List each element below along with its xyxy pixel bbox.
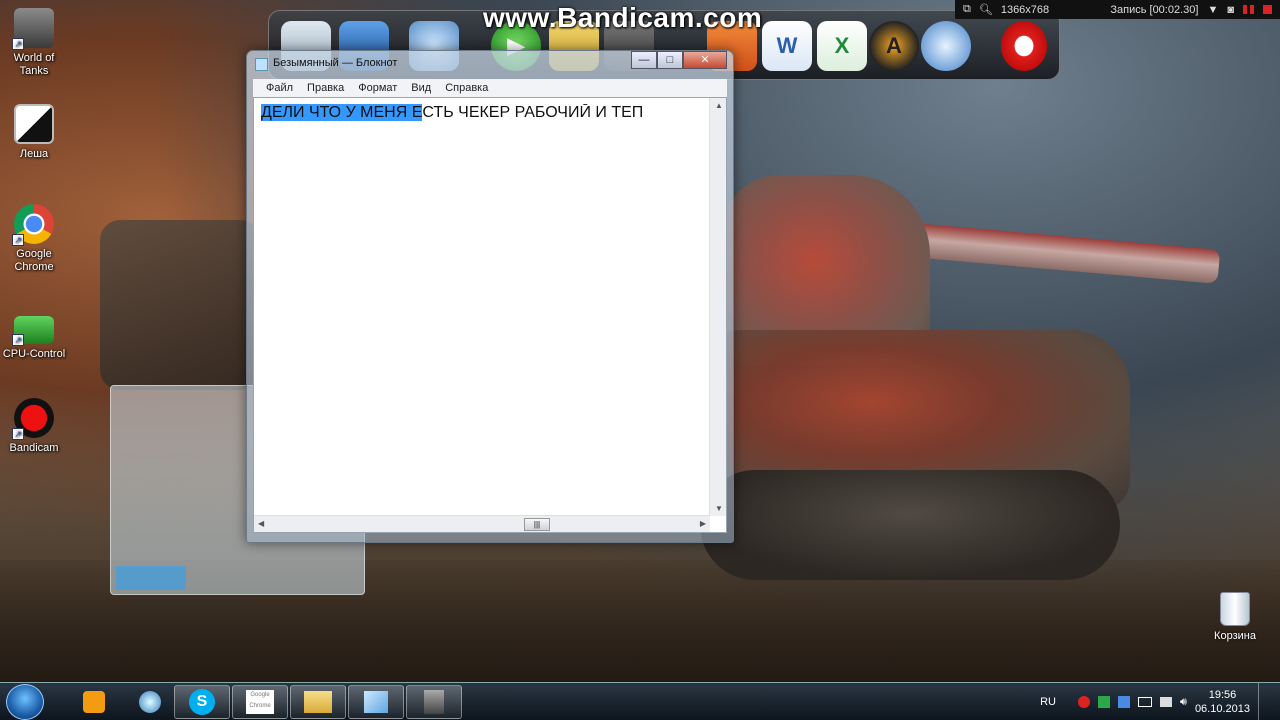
shortcut-arrow-icon: ↗	[12, 428, 24, 440]
cpu-control-icon: ↗	[12, 316, 54, 346]
scroll-down-icon[interactable]: ▼	[715, 504, 723, 513]
flag-tray-icon[interactable]	[1118, 696, 1130, 708]
desktop-icon-label: Bandicam	[9, 442, 59, 454]
stop-icon[interactable]	[1263, 5, 1272, 14]
notepad-icon	[364, 691, 388, 713]
bandicam-icon: ↗	[12, 398, 54, 440]
window-icon[interactable]: ⧉	[963, 3, 971, 16]
chrome-icon: Google Chrome	[246, 690, 274, 714]
desktop-icon-label: Google	[16, 248, 52, 260]
menu-file[interactable]: Файл	[259, 82, 300, 94]
horizontal-scrollbar[interactable]: ◀ ||| ▶	[254, 515, 710, 532]
editor-text[interactable]: ДЕЛИ ЧТО У МЕНЯ ЕСТЬ ЧЕКЕР РАБОЧИЙ И ТЕП	[261, 104, 707, 122]
taskbar-network[interactable]	[122, 685, 178, 719]
clock-date: 06.10.2013	[1194, 703, 1250, 715]
bandicam-toolbar: ⧉ 🔍︎ 1366x768 Запись [00:02.30] ▼ ◙	[955, 0, 1280, 19]
bandicam-watermark: www.Bandicam.com	[483, 2, 763, 33]
maximize-button[interactable]: □	[657, 51, 683, 69]
avast-icon[interactable]: A	[869, 21, 919, 71]
resolution-label: 1366x768	[1000, 3, 1050, 16]
clock[interactable]: 19:56 06.10.2013	[1195, 688, 1250, 716]
minimize-button[interactable]: —	[631, 51, 657, 69]
taskbar-notepad[interactable]	[348, 685, 404, 719]
unselected-text: СТЬ ЧЕКЕР РАБОЧИЙ И ТЕП	[422, 104, 644, 121]
window-title: Безымянный — Блокнот	[273, 57, 398, 69]
computer-icon	[14, 104, 54, 144]
wallpaper-tank-track	[700, 470, 1120, 580]
system-tray: RU 🔊︎ 19:56 06.10.2013	[1040, 683, 1280, 720]
skype-icon: S	[189, 689, 215, 715]
vertical-scrollbar[interactable]: ▲ ▼	[709, 98, 726, 516]
pause-icon[interactable]	[1243, 5, 1247, 14]
shortcut-arrow-icon: ↗	[12, 234, 24, 246]
start-button[interactable]	[6, 684, 44, 720]
network-tray-icon[interactable]	[1098, 696, 1110, 708]
notepad-icon	[255, 58, 268, 71]
show-desktop-button[interactable]	[1258, 683, 1270, 720]
notepad-window[interactable]: Безымянный — Блокнот — □ ✕ Файл Правка Ф…	[246, 50, 734, 543]
desktop-icon-label: Chrome	[14, 261, 54, 273]
folder-icon	[304, 691, 332, 713]
menu-format[interactable]: Формат	[351, 82, 404, 94]
dropdown-icon[interactable]: ▼	[1207, 4, 1218, 16]
menu-help[interactable]: Справка	[438, 82, 495, 94]
pause-icon-2	[1250, 5, 1254, 14]
desktop-icon-bandicam[interactable]: ↗ Bandicam	[0, 398, 68, 455]
word-icon[interactable]: W	[762, 21, 812, 71]
scroll-left-icon[interactable]: ◀	[258, 519, 264, 528]
desktop-icon-google-chrome[interactable]: ↗ Google Chrome	[0, 204, 68, 274]
taskbar-explorer[interactable]	[290, 685, 346, 719]
window-controls: — □ ✕	[631, 51, 727, 69]
shortcut-arrow-icon: ↗	[12, 334, 24, 346]
opera-icon[interactable]	[1001, 21, 1047, 71]
display-tray-icon[interactable]	[1138, 697, 1152, 707]
menu-view[interactable]: Вид	[404, 82, 438, 94]
desktop-icon-label: World of	[13, 52, 55, 64]
globe-icon[interactable]	[921, 21, 971, 71]
network-icon	[139, 691, 161, 713]
scroll-thumb[interactable]: |||	[524, 518, 550, 531]
menu-bar: Файл Правка Формат Вид Справка	[253, 79, 727, 97]
clock-time: 19:56	[1208, 689, 1237, 701]
recycle-bin-icon	[1220, 592, 1250, 626]
taskbar: S Google Chrome RU 🔊︎ 19:56 06.10.2013	[0, 682, 1280, 720]
world-of-tanks-icon: ↗	[12, 8, 54, 50]
skype-button-faded	[116, 566, 186, 590]
close-button[interactable]: ✕	[683, 51, 727, 69]
world-of-tanks-icon	[424, 690, 444, 714]
scroll-right-icon[interactable]: ▶	[700, 519, 706, 528]
taskbar-media-player[interactable]	[66, 685, 122, 719]
selected-text: ДЕЛИ ЧТО У МЕНЯ Е	[261, 104, 423, 121]
taskbar-skype[interactable]: S	[174, 685, 230, 719]
desktop-icon-label: CPU-Control	[2, 348, 66, 360]
text-editor-area[interactable]: ДЕЛИ ЧТО У МЕНЯ ЕСТЬ ЧЕКЕР РАБОЧИЙ И ТЕП…	[253, 97, 727, 533]
language-indicator[interactable]: RU	[1040, 696, 1056, 708]
scroll-up-icon[interactable]: ▲	[715, 101, 723, 110]
bandicam-tray-icon[interactable]	[1078, 696, 1090, 708]
recording-status: Запись [00:02.30]	[1110, 3, 1199, 16]
media-player-icon	[83, 691, 105, 713]
power-tray-icon[interactable]	[1160, 697, 1172, 707]
desktop-icon-world-of-tanks[interactable]: ↗ World of Tanks	[0, 8, 68, 78]
wallpaper-tank-left	[100, 220, 260, 390]
desktop-icon-label: Корзина	[1214, 630, 1256, 642]
taskbar-google-chrome[interactable]: Google Chrome	[232, 685, 288, 719]
taskbar-world-of-tanks[interactable]	[406, 685, 462, 719]
desktop-icon-cpu-control[interactable]: ↗ CPU-Control	[0, 310, 68, 361]
desktop-icon-lesha[interactable]: Леша	[0, 104, 68, 161]
excel-icon[interactable]: X	[817, 21, 867, 71]
desktop-icon-label: Леша	[19, 148, 49, 160]
menu-edit[interactable]: Правка	[300, 82, 351, 94]
desktop-icon-recycle-bin[interactable]: Корзина	[1208, 592, 1262, 642]
desktop-icon-label: Tanks	[19, 65, 49, 77]
chrome-icon: ↗	[12, 204, 54, 246]
wallpaper-tank-gun	[898, 222, 1221, 284]
camera-icon[interactable]: ◙	[1227, 4, 1234, 16]
search-icon[interactable]: 🔍︎	[979, 3, 993, 16]
volume-icon[interactable]: 🔊︎	[1180, 696, 1187, 709]
shortcut-arrow-icon: ↗	[12, 38, 24, 50]
